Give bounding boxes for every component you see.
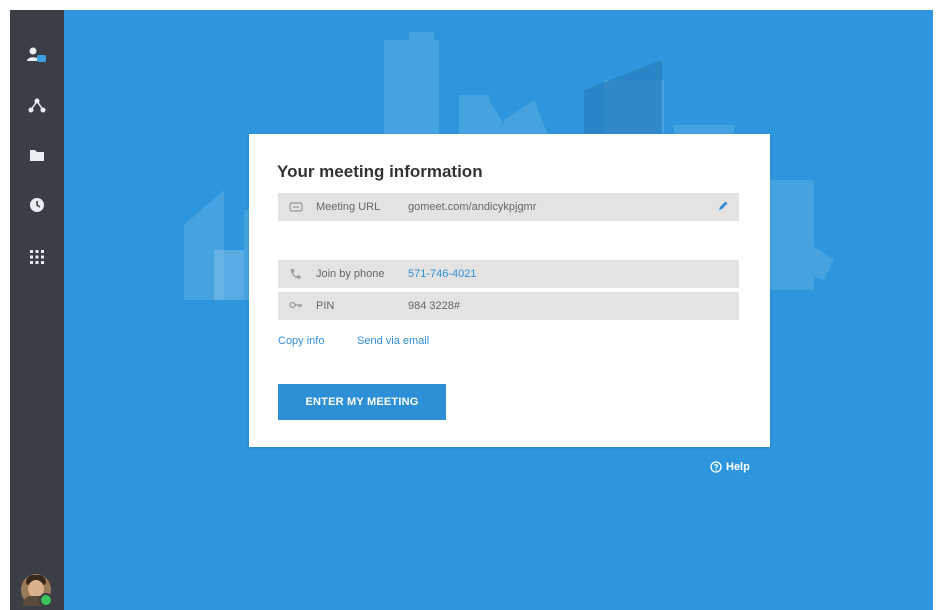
folder-icon <box>30 150 44 161</box>
copy-info-link[interactable]: Copy info <box>278 335 324 347</box>
apps-button[interactable] <box>22 242 52 272</box>
send-via-email-link[interactable]: Send via email <box>357 335 429 347</box>
enter-meeting-button[interactable]: ENTER MY MEETING <box>278 384 446 420</box>
phone-number[interactable]: 571-746-4021 <box>408 268 477 280</box>
share-button[interactable] <box>22 91 52 121</box>
meeting-url-row: Meeting URL gomeet.com/andicykpjgmr <box>278 193 739 221</box>
contacts-button[interactable] <box>22 40 52 70</box>
pencil-icon[interactable] <box>717 200 729 212</box>
link-icon <box>289 202 303 212</box>
phone-icon <box>290 269 301 279</box>
help-label: Help <box>726 461 750 473</box>
meeting-url-value: gomeet.com/andicykpjgmr <box>408 201 537 213</box>
pin-label: PIN <box>316 300 335 312</box>
clock-icon <box>30 198 44 212</box>
history-button[interactable] <box>22 190 52 220</box>
person-badge-icon <box>27 47 46 62</box>
pin-value: 984 3228# <box>408 300 460 312</box>
files-button[interactable] <box>22 140 52 170</box>
main-area: Your meeting information Meeting URL gom… <box>64 10 933 610</box>
key-icon <box>289 301 302 309</box>
online-status-dot <box>39 593 53 607</box>
grid-icon <box>30 250 44 264</box>
pin-row: PIN 984 3228# <box>278 292 739 320</box>
avatar[interactable] <box>21 574 53 607</box>
meeting-info-card: Your meeting information Meeting URL gom… <box>249 134 770 447</box>
help-link[interactable]: Help <box>710 461 750 473</box>
phone-row: Join by phone 571-746-4021 <box>278 260 739 288</box>
sidebar <box>10 10 64 610</box>
network-icon <box>28 98 46 113</box>
meeting-url-label: Meeting URL <box>316 201 381 213</box>
card-title: Your meeting information <box>277 162 483 181</box>
help-icon <box>710 461 722 473</box>
phone-label: Join by phone <box>316 268 385 280</box>
